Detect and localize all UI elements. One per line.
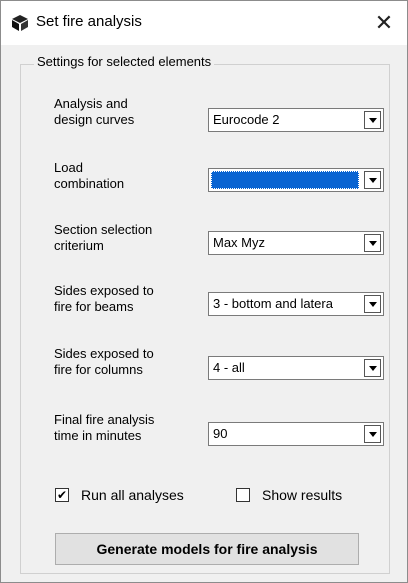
dropdown-arrow-icon[interactable] <box>364 359 381 377</box>
final-time-select[interactable]: 90 <box>208 422 384 446</box>
analysis-curves-select[interactable]: Eurocode 2 <box>208 108 384 132</box>
load-combination-label: Load combination <box>54 160 125 191</box>
load-combination-select[interactable] <box>208 168 384 192</box>
analysis-curves-value: Eurocode 2 <box>213 112 280 127</box>
dropdown-arrow-icon[interactable] <box>364 234 381 252</box>
analysis-curves-label: Analysis and design curves <box>54 96 135 127</box>
close-button[interactable]: ✕ <box>361 1 407 45</box>
beam-sides-value: 3 - bottom and latera <box>213 296 333 311</box>
section-criterium-value: Max Myz <box>213 235 265 250</box>
groupbox-legend: Settings for selected elements <box>34 54 215 69</box>
generate-models-button[interactable]: Generate models for fire analysis <box>55 533 359 565</box>
dropdown-arrow-icon[interactable] <box>364 425 381 443</box>
final-time-value: 90 <box>213 426 228 441</box>
window-title: Set fire analysis <box>36 13 142 30</box>
beam-sides-select[interactable]: 3 - bottom and latera <box>208 292 384 316</box>
cube-icon <box>12 15 28 31</box>
run-all-label: Run all analyses <box>81 487 184 503</box>
close-icon: ✕ <box>374 10 394 35</box>
section-criterium-select[interactable]: Max Myz <box>208 231 384 255</box>
column-sides-value: 4 - all <box>213 360 245 375</box>
load-combination-value <box>211 171 359 189</box>
column-sides-select[interactable]: 4 - all <box>208 356 384 380</box>
run-all-checkbox[interactable]: ✔ <box>55 488 69 502</box>
dropdown-arrow-icon[interactable] <box>364 295 381 313</box>
column-sides-label: Sides exposed to fire for columns <box>54 346 154 377</box>
show-results-label: Show results <box>262 487 343 503</box>
title-bar: Set fire analysis ✕ <box>1 1 407 45</box>
dropdown-arrow-icon[interactable] <box>364 111 381 129</box>
show-results-checkbox[interactable] <box>236 488 250 502</box>
dropdown-arrow-icon[interactable] <box>364 171 381 189</box>
section-criterium-label: Section selection criterium <box>54 222 153 253</box>
show-results-option[interactable]: Show results <box>236 487 342 503</box>
beam-sides-label: Sides exposed to fire for beams <box>54 283 154 314</box>
final-time-label: Final fire analysis time in minutes <box>54 412 155 443</box>
run-all-option[interactable]: ✔ Run all analyses <box>55 487 184 503</box>
